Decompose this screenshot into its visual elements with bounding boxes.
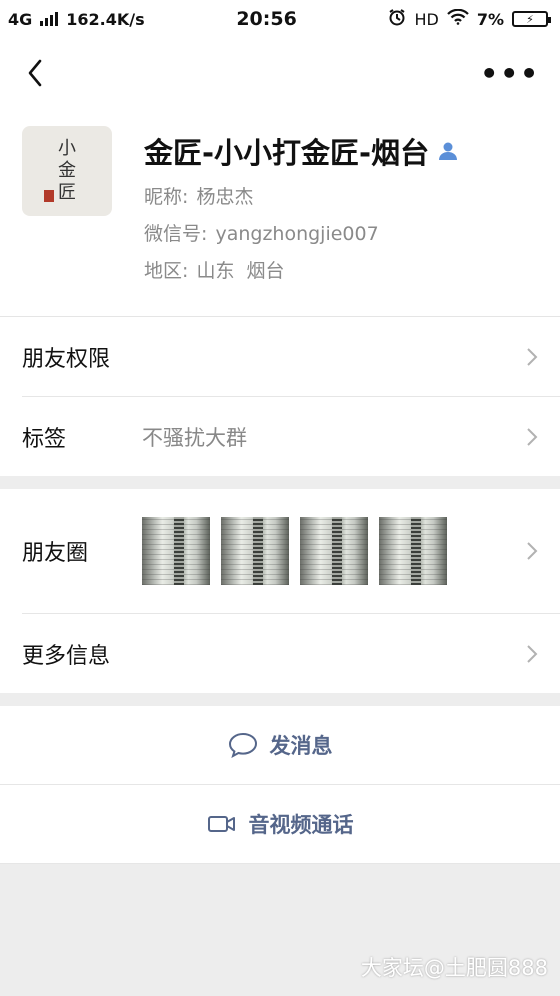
more-options-button[interactable]: ••• bbox=[480, 57, 540, 90]
friend-permissions-label: 朋友权限 bbox=[22, 346, 111, 372]
alarm-icon bbox=[388, 8, 406, 30]
video-call-button[interactable]: 音视频通话 bbox=[0, 785, 560, 863]
moments-thumbnail[interactable] bbox=[142, 517, 210, 585]
chat-bubble-icon bbox=[228, 732, 257, 758]
clock: 20:56 bbox=[236, 8, 297, 30]
nickname-label: 昵称: bbox=[144, 186, 189, 208]
status-right: HD 7% ⚡ bbox=[388, 8, 551, 30]
nickname-line: 昵称: 杨忠杰 bbox=[144, 182, 459, 209]
moments-thumbnail[interactable] bbox=[379, 517, 447, 585]
more-info-label: 更多信息 bbox=[22, 643, 111, 669]
wechat-id-value: yangzhongjie007 bbox=[215, 223, 379, 245]
chevron-right-icon bbox=[527, 347, 538, 366]
profile-name: 金匠-小小打金匠-烟台 bbox=[144, 136, 430, 170]
send-message-label: 发消息 bbox=[269, 734, 333, 758]
moments-row[interactable]: 朋友圈 bbox=[0, 489, 560, 613]
back-button[interactable] bbox=[20, 53, 50, 93]
battery-percent: 7% bbox=[476, 9, 504, 29]
profile-info: 金匠-小小打金匠-烟台 昵称: 杨忠杰 微信号: yangzhongjie007… bbox=[144, 126, 459, 316]
moments-thumbnail[interactable] bbox=[221, 517, 289, 585]
settings-group-2: 朋友圈 更多信息 bbox=[0, 489, 560, 693]
region-line: 地区: 山东 烟台 bbox=[144, 256, 459, 283]
avatar-char-2: 金 bbox=[58, 160, 76, 181]
avatar[interactable]: 小 金 匠 bbox=[22, 126, 112, 216]
region-value: 山东 烟台 bbox=[196, 260, 285, 282]
video-call-label: 音视频通话 bbox=[248, 813, 354, 837]
status-bar: 4G 162.4K/s 20:56 HD 7% ⚡ bbox=[0, 0, 560, 38]
chevron-right-icon bbox=[527, 542, 538, 560]
hd-indicator: HD bbox=[414, 9, 439, 29]
profile-header: 小 金 匠 金匠-小小打金匠-烟台 昵称: 杨忠杰 微信号: yangzhong… bbox=[0, 108, 560, 317]
avatar-char-3: 匠 bbox=[58, 182, 76, 203]
section-gap bbox=[0, 476, 560, 489]
section-gap bbox=[0, 693, 560, 706]
chevron-right-icon bbox=[527, 644, 538, 663]
signal-icon bbox=[40, 12, 59, 26]
network-speed: 162.4K/s bbox=[66, 9, 145, 29]
moments-label: 朋友圈 bbox=[22, 541, 89, 566]
chevron-left-icon bbox=[28, 59, 42, 87]
moments-thumbnails bbox=[142, 517, 447, 585]
wechat-id-line: 微信号: yangzhongjie007 bbox=[144, 219, 459, 246]
wifi-icon bbox=[447, 8, 469, 29]
video-camera-icon bbox=[207, 816, 235, 832]
seal-stamp bbox=[44, 190, 54, 202]
nav-bar: ••• bbox=[0, 38, 560, 108]
region-label: 地区: bbox=[144, 260, 189, 282]
tags-row[interactable]: 标签 不骚扰大群 bbox=[0, 397, 560, 476]
friend-permissions-row[interactable]: 朋友权限 bbox=[0, 317, 560, 396]
chevron-right-icon bbox=[527, 427, 538, 446]
nickname-value: 杨忠杰 bbox=[196, 186, 254, 208]
moments-thumbnail[interactable] bbox=[300, 517, 368, 585]
status-left: 4G 162.4K/s bbox=[8, 10, 145, 29]
divider bbox=[0, 863, 560, 864]
more-info-row[interactable]: 更多信息 bbox=[0, 614, 560, 693]
tags-label: 标签 bbox=[22, 426, 67, 452]
settings-group-1: 朋友权限 标签 不骚扰大群 bbox=[0, 317, 560, 476]
send-message-button[interactable]: 发消息 bbox=[0, 706, 560, 784]
avatar-char-1: 小 bbox=[58, 138, 76, 159]
profile-name-row: 金匠-小小打金匠-烟台 bbox=[144, 130, 459, 172]
wechat-id-label: 微信号: bbox=[144, 223, 208, 245]
person-icon bbox=[439, 142, 458, 160]
battery-icon: ⚡ bbox=[512, 11, 551, 27]
network-type: 4G bbox=[8, 9, 33, 29]
watermark: 大家坛@土肥圆888 bbox=[360, 956, 548, 980]
tags-value: 不骚扰大群 bbox=[142, 425, 247, 450]
